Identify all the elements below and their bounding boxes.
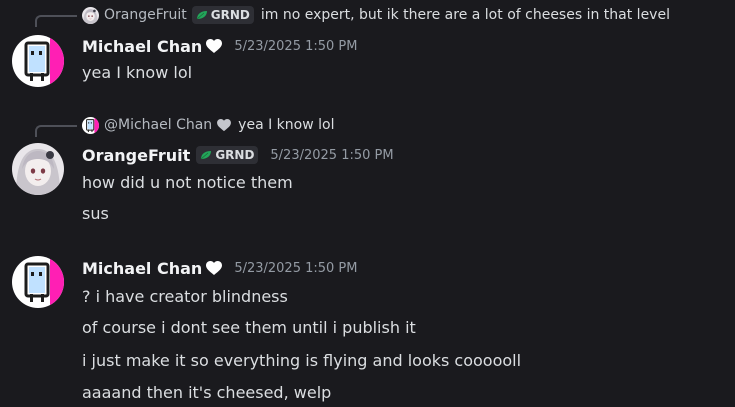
- guild-tag[interactable]: GRND: [196, 146, 259, 164]
- message-header: OrangeFruit GRND 5/23/2025 1:50 PM: [82, 143, 394, 167]
- message-line: aaaand then it's cheesed, welp: [82, 383, 332, 402]
- avatar[interactable]: [12, 256, 64, 308]
- leaf-icon: [196, 10, 208, 20]
- avatar[interactable]: [12, 143, 64, 195]
- username[interactable]: Michael Chan: [82, 37, 202, 56]
- reply-text: im no expert, but ik there are a lot of …: [260, 7, 670, 23]
- timestamp: 5/23/2025 1:50 PM: [234, 38, 358, 54]
- message-header: Michael Chan 5/23/2025 1:50 PM: [82, 34, 357, 58]
- reply-preview[interactable]: @Michael Chan yea I know lol: [82, 115, 334, 135]
- message-line: ? i have creator blindness: [82, 287, 288, 306]
- guild-tag[interactable]: GRND: [191, 6, 254, 24]
- message-line: i just make it so everything is flying a…: [82, 351, 522, 370]
- reply-preview[interactable]: OrangeFruit GRND im no expert, but ik th…: [82, 5, 670, 25]
- message-line: yea I know lol: [82, 63, 193, 82]
- guild-tag-label: GRND: [215, 148, 255, 162]
- username[interactable]: Michael Chan: [82, 259, 202, 278]
- orangefruit-mini-avatar: [82, 7, 99, 24]
- message-line: how did u not notice them: [82, 173, 293, 192]
- username[interactable]: OrangeFruit: [82, 146, 190, 165]
- michael-mini-avatar: [82, 117, 99, 134]
- white-heart-icon: [206, 261, 222, 276]
- reply-connector: [35, 15, 77, 27]
- reply-connector: [35, 125, 77, 137]
- message-header: Michael Chan 5/23/2025 1:50 PM: [82, 256, 357, 280]
- timestamp: 5/23/2025 1:50 PM: [270, 147, 394, 163]
- white-heart-icon: [206, 39, 222, 54]
- avatar[interactable]: [12, 35, 64, 87]
- message-line: sus: [82, 204, 109, 223]
- reply-author[interactable]: OrangeFruit: [104, 7, 187, 23]
- white-heart-icon: [217, 119, 231, 132]
- guild-tag-label: GRND: [210, 8, 250, 22]
- leaf-icon: [200, 150, 212, 160]
- message-line: of course i dont see them until i publis…: [82, 318, 416, 337]
- reply-text: yea I know lol: [238, 117, 335, 133]
- timestamp: 5/23/2025 1:50 PM: [234, 260, 358, 276]
- reply-author[interactable]: @Michael Chan: [104, 117, 212, 133]
